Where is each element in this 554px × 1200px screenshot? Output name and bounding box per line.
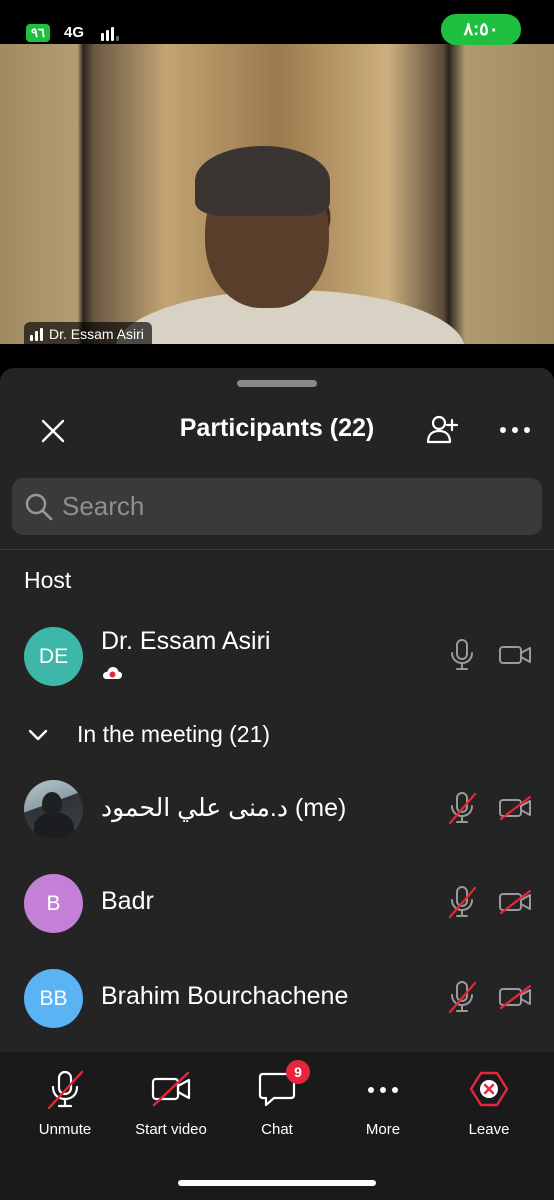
participant-row[interactable]: د.منى علي الحمود (me) — [0, 774, 554, 846]
participant-name: Dr. Essam Asiri — [101, 627, 271, 655]
chat-button[interactable]: Chat — [222, 1068, 332, 1148]
avatar-photo-body — [34, 812, 74, 839]
participant-name: د.منى علي الحمود (me) — [101, 794, 347, 822]
meeting-toolbar: Unmute Start video Chat More Leave — [0, 1052, 554, 1200]
mic-muted-icon — [47, 1070, 84, 1110]
host-section-label: Host — [24, 567, 72, 593]
chevron-down-icon — [28, 729, 48, 741]
start-video-button[interactable]: Start video — [116, 1068, 226, 1148]
chat-unread-badge: 9 — [286, 1060, 310, 1084]
avatar: BB — [24, 969, 83, 1028]
unmute-label: Unmute — [38, 1121, 92, 1138]
avatar: B — [24, 874, 83, 933]
avatar-photo — [24, 780, 83, 839]
network-type: 4G — [64, 24, 85, 41]
more-label: More — [365, 1121, 401, 1138]
mic-icon — [451, 639, 473, 670]
leave-label: Leave — [468, 1121, 510, 1138]
speaker-cap — [195, 146, 330, 216]
participant-name: Brahim Bourchachene — [101, 982, 349, 1010]
leave-button[interactable]: Leave — [434, 1068, 544, 1148]
avatar-photo-face — [42, 792, 62, 816]
chat-label: Chat — [261, 1121, 293, 1138]
speaker-name-tag: Dr. Essam Asiri — [24, 322, 152, 344]
mic-muted-icon — [448, 886, 476, 919]
camera-off-icon — [151, 1071, 191, 1107]
start-video-label: Start video — [135, 1121, 207, 1138]
cloud-recording-icon — [103, 667, 122, 679]
search-input[interactable] — [62, 478, 522, 535]
participant-row[interactable]: B Badr — [0, 868, 554, 940]
avatar: DE — [24, 627, 83, 686]
search-bar — [12, 478, 542, 535]
more-button[interactable]: More — [328, 1068, 438, 1148]
add-participant-icon[interactable] — [424, 412, 460, 448]
camera-off-icon — [499, 985, 532, 1009]
camera-off-icon — [499, 796, 532, 820]
more-options-icon[interactable] — [498, 420, 532, 440]
host-row[interactable]: DE Dr. Essam Asiri — [0, 621, 554, 693]
panel-title: Participants (22) — [179, 414, 375, 442]
audio-level-icon — [30, 327, 43, 341]
home-indicator[interactable] — [178, 1180, 376, 1186]
signal-icon — [101, 27, 119, 41]
mic-muted-icon — [448, 981, 476, 1014]
camera-icon — [499, 646, 531, 664]
camera-off-icon — [499, 890, 532, 914]
battery-indicator: ٩٦ — [26, 24, 50, 42]
status-bar: ٩٦ 4G ٨:٥٠ — [0, 0, 554, 45]
participant-name: Badr — [101, 887, 154, 915]
more-dots-icon — [368, 1087, 398, 1093]
divider — [0, 549, 554, 550]
sheet-header: Participants (22) — [0, 408, 554, 452]
sheet-grabber[interactable] — [237, 380, 317, 387]
leave-icon — [469, 1071, 509, 1107]
search-icon — [25, 493, 53, 521]
speaker-name: Dr. Essam Asiri — [49, 326, 144, 342]
video-feed[interactable]: Dr. Essam Asiri — [0, 28, 554, 344]
mic-muted-icon — [448, 792, 476, 825]
in-meeting-label: In the meeting (21) — [77, 721, 271, 747]
status-time: ٨:٥٠ — [441, 14, 521, 45]
unmute-button[interactable]: Unmute — [10, 1068, 120, 1148]
in-meeting-toggle[interactable]: In the meeting (21) — [0, 715, 554, 755]
participant-row[interactable]: BB Brahim Bourchachene — [0, 963, 554, 1035]
